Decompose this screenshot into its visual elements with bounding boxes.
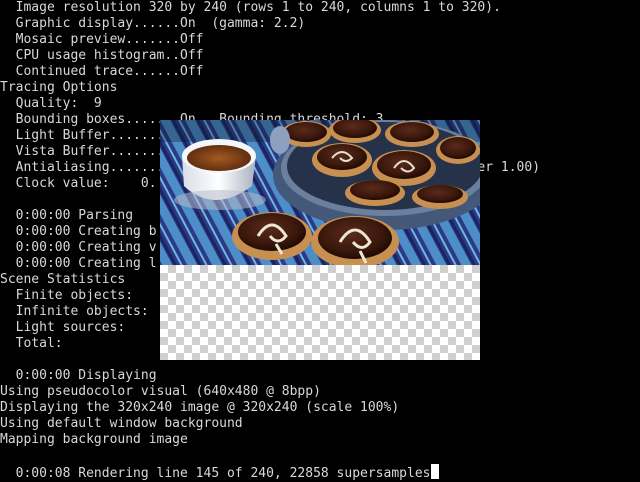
console-line: Using pseudocolor visual (640x480 @ 8bpp… <box>0 384 321 399</box>
console-line: Mosaic preview.......Off <box>0 32 204 47</box>
console-line: Continued trace......Off <box>0 64 204 79</box>
console-line: Total: <box>0 336 63 351</box>
render-preview-window[interactable] <box>160 120 480 360</box>
console-line: CPU usage histogram..Off <box>0 48 204 63</box>
console-line: Using default window background <box>0 416 243 431</box>
rendered-scene <box>160 120 480 265</box>
console-line-status: 0:00:08 Rendering line 145 of 240, 22858… <box>0 464 440 481</box>
console-line: Image resolution 320 by 240 (rows 1 to 2… <box>0 0 501 15</box>
console-line: Infinite objects: <box>0 304 149 319</box>
console-line: Scene Statistics <box>0 272 126 287</box>
console-line: 0:00:00 Creating l <box>0 256 157 271</box>
console-line: Vista Buffer......... <box>0 144 181 159</box>
console-line: Graphic display......On (gamma: 2.2) <box>0 16 306 31</box>
rendered-image <box>160 120 480 265</box>
console-line: 0:00:00 Parsing <box>0 208 134 223</box>
console-line: 0:00:00 Creating v <box>0 240 157 255</box>
console-line: 0:00:00 Displaying <box>0 368 157 383</box>
console-line: Mapping background image <box>0 432 188 447</box>
console-line: Quality: 9 <box>0 96 102 111</box>
unrendered-area <box>160 265 480 360</box>
console-line: Displaying the 320x240 image @ 320x240 (… <box>0 400 400 415</box>
console-line: 0:00:00 Creating b <box>0 224 157 239</box>
console-line: Finite objects: <box>0 288 134 303</box>
console-line: Tracing Options <box>0 80 118 95</box>
console-line: Clock value: 0. <box>0 176 157 191</box>
console-line: Light Buffer......... <box>0 128 181 143</box>
text-cursor <box>431 464 440 479</box>
render-status-text: 0:00:08 Rendering line 145 of 240, 22858… <box>0 466 431 481</box>
console-line: Light sources: <box>0 320 126 335</box>
